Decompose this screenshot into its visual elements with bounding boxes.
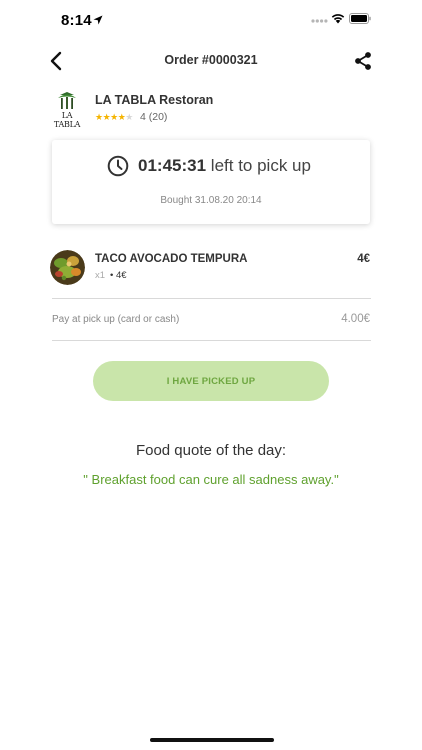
wifi-icon bbox=[331, 14, 345, 24]
palm-logo-icon bbox=[58, 92, 76, 109]
location-arrow-icon bbox=[93, 15, 103, 25]
status-bar: 8:14 bbox=[0, 0, 422, 44]
filled-stars-icon: ★★★★ bbox=[95, 112, 126, 122]
restaurant-logo-text: LA TABLA bbox=[53, 111, 81, 129]
clock-icon bbox=[107, 155, 129, 177]
item-quantity: x1 bbox=[95, 270, 106, 281]
share-icon[interactable] bbox=[353, 51, 373, 71]
status-time: 8:14 bbox=[61, 12, 92, 29]
item-total-price: 4€ bbox=[357, 253, 370, 265]
item-separator: • bbox=[110, 270, 114, 281]
bought-timestamp: Bought 31.08.20 20:14 bbox=[160, 195, 262, 206]
picked-up-button[interactable]: I HAVE PICKED UP bbox=[93, 361, 329, 401]
restaurant-logo: LA TABLA bbox=[50, 91, 84, 129]
time-left: 01:45:31 bbox=[138, 156, 207, 175]
rating-text: 4 (20) bbox=[140, 111, 168, 123]
empty-star-icon: ★ bbox=[125, 112, 133, 122]
divider bbox=[52, 340, 371, 341]
battery-icon bbox=[349, 13, 371, 24]
pickup-timer-card: 01:45:31 left to pick up Bought 31.08.20… bbox=[52, 140, 370, 224]
item-unit-price: 4€ bbox=[116, 270, 127, 281]
restaurant-header[interactable]: LA TABLA LA TABLA Restoran ★★★★★ 4 (20) bbox=[50, 91, 370, 129]
order-item: TACO AVOCADO TEMPURA x1 • 4€ 4€ bbox=[50, 250, 371, 290]
payment-amount: 4.00€ bbox=[341, 313, 370, 325]
star-rating: ★★★★★ bbox=[95, 112, 133, 123]
timer-line: 01:45:31 left to pick up bbox=[138, 156, 311, 176]
time-left-suffix: left to pick up bbox=[210, 156, 311, 175]
item-thumbnail bbox=[50, 250, 85, 285]
navigation-bar: Order #0000321 bbox=[0, 44, 422, 78]
item-name: TACO AVOCADO TEMPURA bbox=[95, 253, 248, 265]
quote-text: " Breakfast food can cure all sadness aw… bbox=[83, 472, 339, 487]
restaurant-name: LA TABLA Restoran bbox=[95, 93, 214, 107]
payment-method-label: Pay at pick up (card or cash) bbox=[52, 314, 180, 325]
order-screen: 8:14 Order #0000321 LA TABLA LA TABLA Re… bbox=[0, 0, 422, 750]
cellular-signal-icon bbox=[311, 19, 328, 23]
home-indicator[interactable] bbox=[150, 738, 274, 742]
divider bbox=[52, 298, 371, 299]
quote-title: Food quote of the day: bbox=[135, 442, 287, 459]
